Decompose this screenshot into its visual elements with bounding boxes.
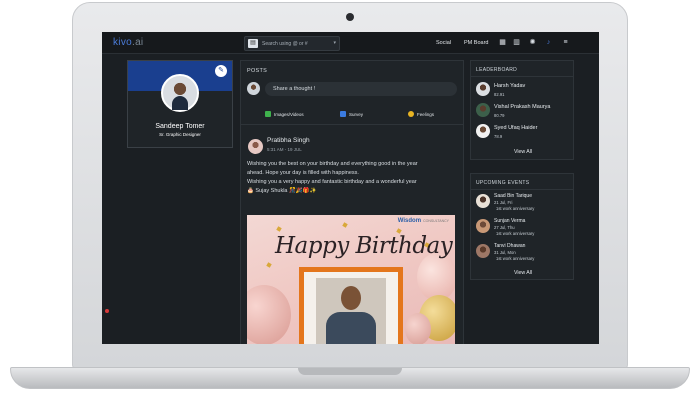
leader-name[interactable]: Syed Ufaq Haider [494, 125, 537, 131]
balloon-decoration [247, 285, 291, 344]
action-label: Images/Videos [274, 112, 304, 117]
event-name[interactable]: Tanvi Dhawan [494, 243, 525, 249]
leader-score: 80.79 [494, 113, 505, 118]
top-navbar: kivo.ai ▤ ▾ Social PM Board ▦ ▥ ✺ ♪ ≡ [102, 32, 599, 54]
post-line: ahead. Hope your day is filled with happ… [247, 170, 359, 176]
confetti [342, 222, 348, 228]
leader-name[interactable]: Harsh Yadav [494, 83, 525, 89]
balloon-decoration [417, 253, 455, 301]
image-icon [265, 111, 271, 117]
event-date: 21 Jul, Fri [494, 200, 513, 205]
profile-name: Sandeep Tomer [155, 123, 205, 130]
avatar[interactable] [476, 244, 490, 258]
avatar[interactable] [476, 82, 490, 96]
laptop-notch [298, 368, 402, 375]
avatar [247, 82, 260, 95]
divider [241, 124, 463, 125]
posts-panel: POSTS Share a thought ! Images/Videos Su… [240, 60, 464, 344]
divider [471, 189, 573, 190]
search-box: ▤ ▾ [244, 36, 340, 51]
post-body: Wishing you the best on your birthday an… [247, 160, 459, 196]
images-videos-button[interactable]: Images/Videos [265, 111, 304, 117]
post-line: Wishing you a very happy and fantastic b… [247, 179, 417, 185]
balloon-decoration [405, 313, 431, 344]
person-photo [316, 278, 386, 344]
leaderboard-heading: LEADERBOARD [476, 67, 518, 73]
avatar[interactable] [248, 139, 263, 154]
event-note: 1st work anniversary [496, 206, 535, 211]
leader-score: 82.91 [494, 92, 505, 97]
survey-icon [340, 111, 346, 117]
nav-pm-board[interactable]: PM Board [464, 40, 488, 46]
search-icon: ▤ [248, 39, 258, 48]
avatar[interactable] [476, 219, 490, 233]
compose-bar: Share a thought ! [247, 81, 457, 97]
leaderboard-panel: LEADERBOARD Harsh Yadav 82.91 Vishal Pra… [470, 60, 574, 160]
upcoming-events-panel: UPCOMING EVENTS Saad Bin Tarique 21 Jul,… [470, 173, 574, 280]
confetti [276, 226, 282, 232]
logo-text: kivo [113, 37, 132, 48]
avatar[interactable] [476, 103, 490, 117]
event-note: 1st work anniversary [496, 231, 535, 236]
leader-name[interactable]: Vishal Prakash Maurya [494, 104, 550, 110]
app-screen: kivo.ai ▤ ▾ Social PM Board ▦ ▥ ✺ ♪ ≡ ✎ … [102, 32, 599, 344]
logo-suffix: .ai [131, 37, 144, 48]
divider [471, 76, 573, 77]
nav-social[interactable]: Social [436, 40, 451, 46]
post-timestamp: 5:31 AM - 19 JUL [267, 147, 302, 152]
post-actions: Images/Videos Survey Feelings [247, 109, 457, 121]
app-logo[interactable]: kivo.ai [113, 37, 143, 48]
brand-tagline: CONSULTANCY [423, 219, 449, 223]
gear-icon[interactable]: ✺ [528, 38, 537, 47]
action-label: Feelings [417, 112, 435, 117]
avatar[interactable] [476, 194, 490, 208]
post-line: 🎂 Sujay Shukla 🎊🎉🎁✨ [247, 188, 317, 194]
profile-role: Sr. Graphic Designer [159, 132, 201, 137]
webcam [346, 13, 354, 21]
view-all-leaderboard-button[interactable]: View All [471, 149, 575, 155]
search-input[interactable] [262, 37, 332, 50]
action-label: Survey [349, 112, 364, 117]
compose-input[interactable]: Share a thought ! [265, 82, 457, 96]
edit-profile-button[interactable]: ✎ [215, 65, 227, 77]
view-all-events-button[interactable]: View All [471, 270, 575, 276]
feelings-button[interactable]: Feelings [408, 111, 434, 117]
event-date: 31 Jul, Mon [494, 250, 516, 255]
photo-frame [299, 267, 403, 344]
events-heading: UPCOMING EVENTS [476, 180, 530, 186]
chart-icon[interactable]: ▥ [512, 38, 521, 47]
event-name[interactable]: Saad Bin Tarique [494, 193, 532, 199]
event-name[interactable]: Sunjan Verma [494, 218, 525, 224]
avatar[interactable] [161, 74, 199, 112]
avatar[interactable] [476, 124, 490, 138]
confetti [266, 262, 272, 268]
person-body [326, 312, 376, 344]
survey-button[interactable]: Survey [340, 111, 363, 117]
bell-icon[interactable]: ♪ [544, 38, 553, 47]
post-image[interactable]: Wisdom CONSULTANCY Happy Birthday [247, 215, 455, 344]
event-date: 27 Jul, Thu [494, 225, 515, 230]
leader-score: 78.9 [494, 134, 503, 139]
person-head [341, 286, 361, 310]
status-dot [105, 309, 109, 313]
smiley-icon [408, 111, 414, 117]
profile-card: ✎ Sandeep Tomer Sr. Graphic Designer [127, 60, 233, 148]
post-author[interactable]: Pratibha Singh [267, 137, 310, 144]
event-note: 1st work anniversary [496, 256, 535, 261]
chevron-down-icon[interactable]: ▾ [333, 40, 336, 46]
post-line: Wishing you the best on your birthday an… [247, 161, 418, 167]
birthday-headline: Happy Birthday [275, 233, 453, 259]
photo-frame-inner [304, 272, 398, 344]
brand-logo: Wisdom CONSULTANCY [398, 218, 449, 224]
laptop-mockup: kivo.ai ▤ ▾ Social PM Board ▦ ▥ ✺ ♪ ≡ ✎ … [0, 0, 700, 407]
grid-icon[interactable]: ▦ [498, 38, 507, 47]
menu-icon[interactable]: ≡ [561, 38, 570, 47]
posts-heading: POSTS [247, 68, 268, 74]
brand-name: Wisdom [397, 218, 422, 224]
